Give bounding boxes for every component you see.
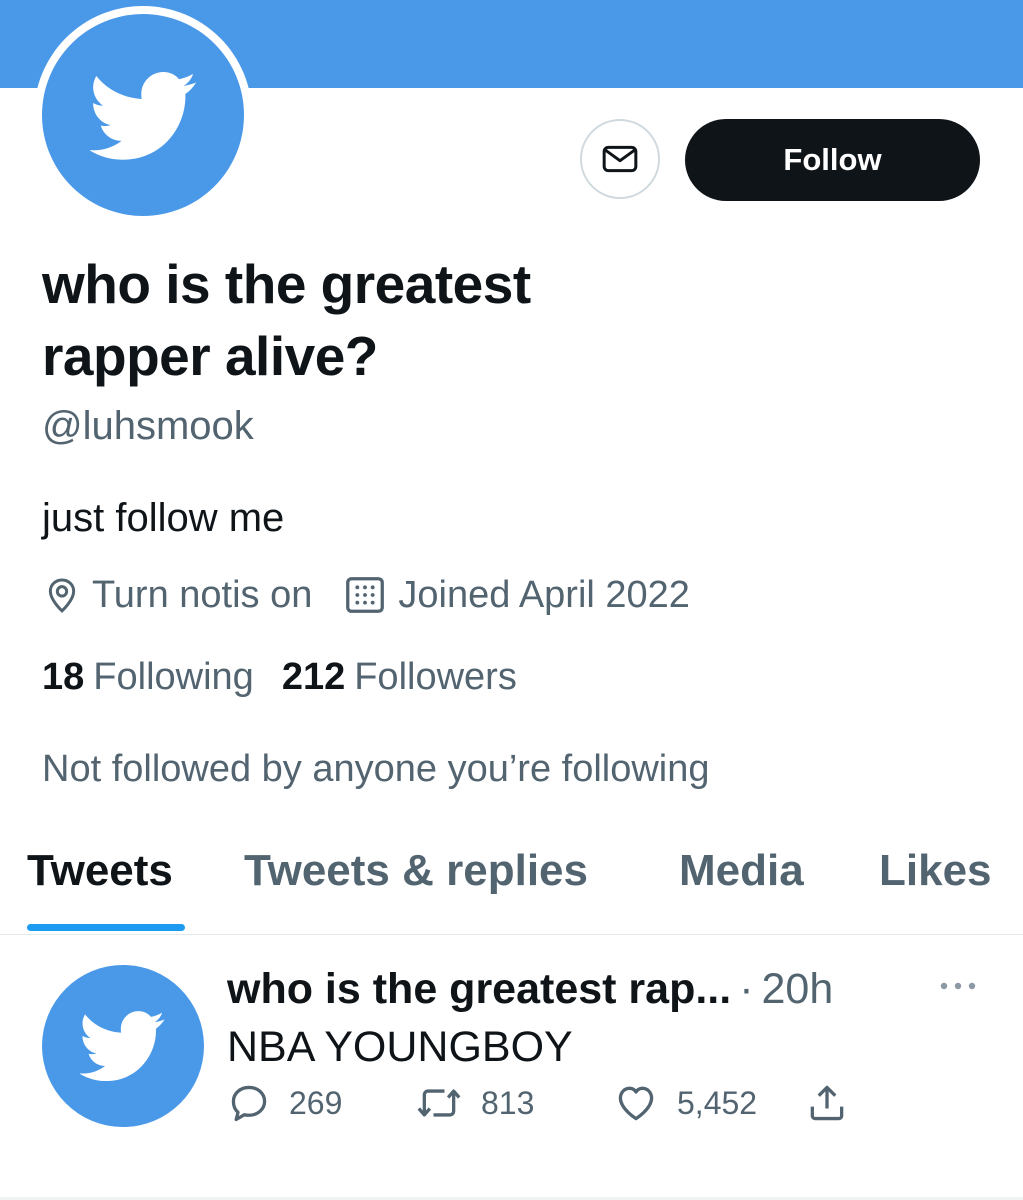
tweet-avatar[interactable] xyxy=(42,965,204,1127)
profile-handle: @luhsmook xyxy=(42,404,254,448)
tab-tweets[interactable]: Tweets xyxy=(27,846,173,896)
tab-tweets-replies[interactable]: Tweets & replies xyxy=(244,846,588,896)
followers-link[interactable]: 212 Followers xyxy=(282,656,517,699)
active-tab-indicator xyxy=(27,924,185,931)
tweet-text: NBA YOUNGBOY xyxy=(227,1023,573,1071)
calendar-icon xyxy=(346,577,385,613)
twitter-bird-icon xyxy=(80,1011,165,1082)
twitter-bird-icon xyxy=(90,72,197,160)
reply-button[interactable]: 269 xyxy=(227,1081,342,1125)
profile-location: Turn notis on xyxy=(42,574,312,617)
profile-joined: Joined April 2022 xyxy=(342,572,690,618)
tab-media[interactable]: Media xyxy=(679,846,804,896)
like-button[interactable]: 5,452 xyxy=(613,1081,757,1125)
profile-display-name: who is the greatest rapper alive? xyxy=(42,253,531,387)
profile-avatar[interactable] xyxy=(34,6,252,224)
joined-text: Joined April 2022 xyxy=(398,573,690,616)
reply-count: 269 xyxy=(289,1084,343,1121)
tab-likes[interactable]: Likes xyxy=(879,846,992,896)
tweet-header: who is the greatest rap... · 20h xyxy=(227,965,833,1014)
profile-bio: just follow me xyxy=(42,496,285,540)
tweet-item[interactable]: who is the greatest rap... · 20h NBA YOU… xyxy=(0,935,1023,1200)
share-button[interactable] xyxy=(805,1081,867,1125)
profile-stats: 18 Following 212 Followers xyxy=(42,656,545,699)
profile-tabs: Tweets Tweets & replies Media Likes xyxy=(0,846,1023,935)
message-button[interactable] xyxy=(580,119,660,199)
retweet-count: 813 xyxy=(481,1084,535,1121)
not-followed-notice: Not followed by anyone you’re following xyxy=(42,748,710,790)
location-pin-icon xyxy=(48,578,76,613)
more-dots-icon[interactable] xyxy=(938,979,978,993)
share-icon xyxy=(810,1085,844,1121)
retweet-icon xyxy=(417,1089,461,1117)
followers-label: Followers xyxy=(354,656,517,698)
tweet-author-name[interactable]: who is the greatest rap... xyxy=(227,965,731,1014)
reply-bubble-icon xyxy=(231,1085,267,1122)
retweet-button[interactable]: 813 xyxy=(415,1081,534,1125)
envelope-icon xyxy=(602,145,638,173)
profile-meta: Turn notis on Joined April 2022 xyxy=(42,572,690,618)
heart-icon xyxy=(618,1086,654,1121)
following-count: 18 xyxy=(42,656,85,698)
tweet-timestamp[interactable]: 20h xyxy=(762,965,834,1014)
location-text: Turn notis on xyxy=(92,573,313,616)
follow-button[interactable]: Follow xyxy=(685,119,980,201)
followers-count: 212 xyxy=(281,656,346,698)
like-count: 5,452 xyxy=(677,1084,758,1121)
tweet-separator: · xyxy=(739,965,754,1013)
following-link[interactable]: 18 Following xyxy=(42,656,254,699)
following-label: Following xyxy=(93,656,254,698)
